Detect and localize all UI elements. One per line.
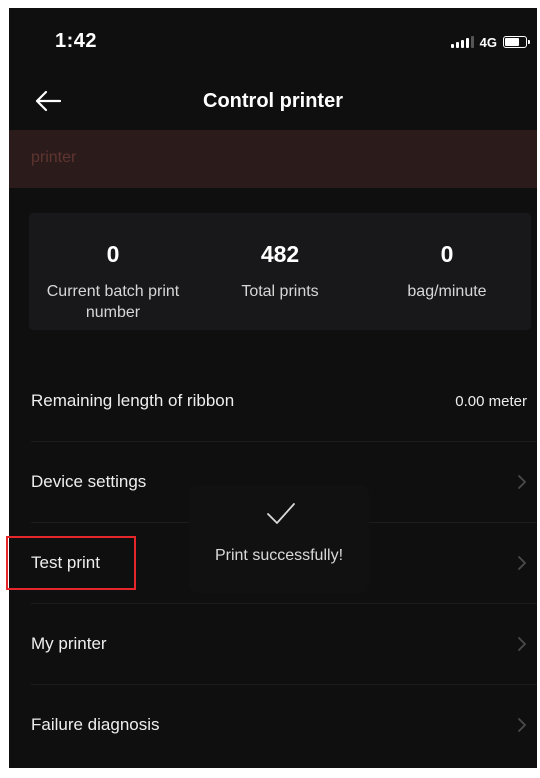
- chevron-right-icon: [518, 718, 526, 732]
- toast-message: Print successfully!: [214, 547, 344, 564]
- status-bar: 1:42 4G: [9, 8, 537, 74]
- page-title: Control printer: [203, 90, 343, 112]
- device-settings-label: Device settings: [31, 472, 147, 491]
- stat-total-prints: 482 Total prints: [190, 213, 370, 302]
- ribbon-value: 0.00 meter: [455, 393, 527, 410]
- stat-value: 0: [106, 241, 120, 267]
- stat-label: Total prints: [241, 283, 319, 300]
- app-screen: 1:42 4G Control printer printer 0 Curren…: [9, 8, 537, 768]
- my-printer-label: My printer: [31, 634, 107, 653]
- stat-value: 482: [260, 241, 300, 267]
- stat-label: Current batch print number: [46, 283, 180, 321]
- stat-current-batch: 0 Current batch print number: [23, 213, 203, 323]
- failure-diagnosis-row[interactable]: Failure diagnosis: [9, 685, 537, 765]
- printer-label: printer: [31, 149, 77, 166]
- stat-bag-per-minute: 0 bag/minute: [357, 213, 537, 302]
- stats-card: 0 Current batch print number 482 Total p…: [29, 213, 531, 330]
- battery-icon: [503, 36, 530, 48]
- signal-icon: [450, 36, 474, 48]
- chevron-right-icon: [518, 637, 526, 651]
- ribbon-row: Remaining length of ribbon 0.00 meter: [9, 361, 537, 441]
- chevron-right-icon: [518, 475, 526, 489]
- my-printer-row[interactable]: My printer: [9, 604, 537, 684]
- stat-label: bag/minute: [407, 283, 487, 300]
- nav-header: Control printer: [9, 74, 537, 130]
- printer-selector[interactable]: printer: [9, 130, 537, 188]
- success-toast: Print successfully!: [189, 485, 369, 593]
- chevron-right-icon: [518, 556, 526, 570]
- test-print-highlight: [6, 536, 136, 590]
- stat-value: 0: [440, 241, 454, 267]
- ribbon-label: Remaining length of ribbon: [31, 391, 235, 410]
- failure-diagnosis-label: Failure diagnosis: [31, 715, 160, 734]
- checkmark-icon: [267, 503, 295, 524]
- network-type: 4G: [479, 34, 497, 50]
- status-indicators: 4G: [450, 34, 530, 50]
- status-time: 1:42: [55, 30, 98, 52]
